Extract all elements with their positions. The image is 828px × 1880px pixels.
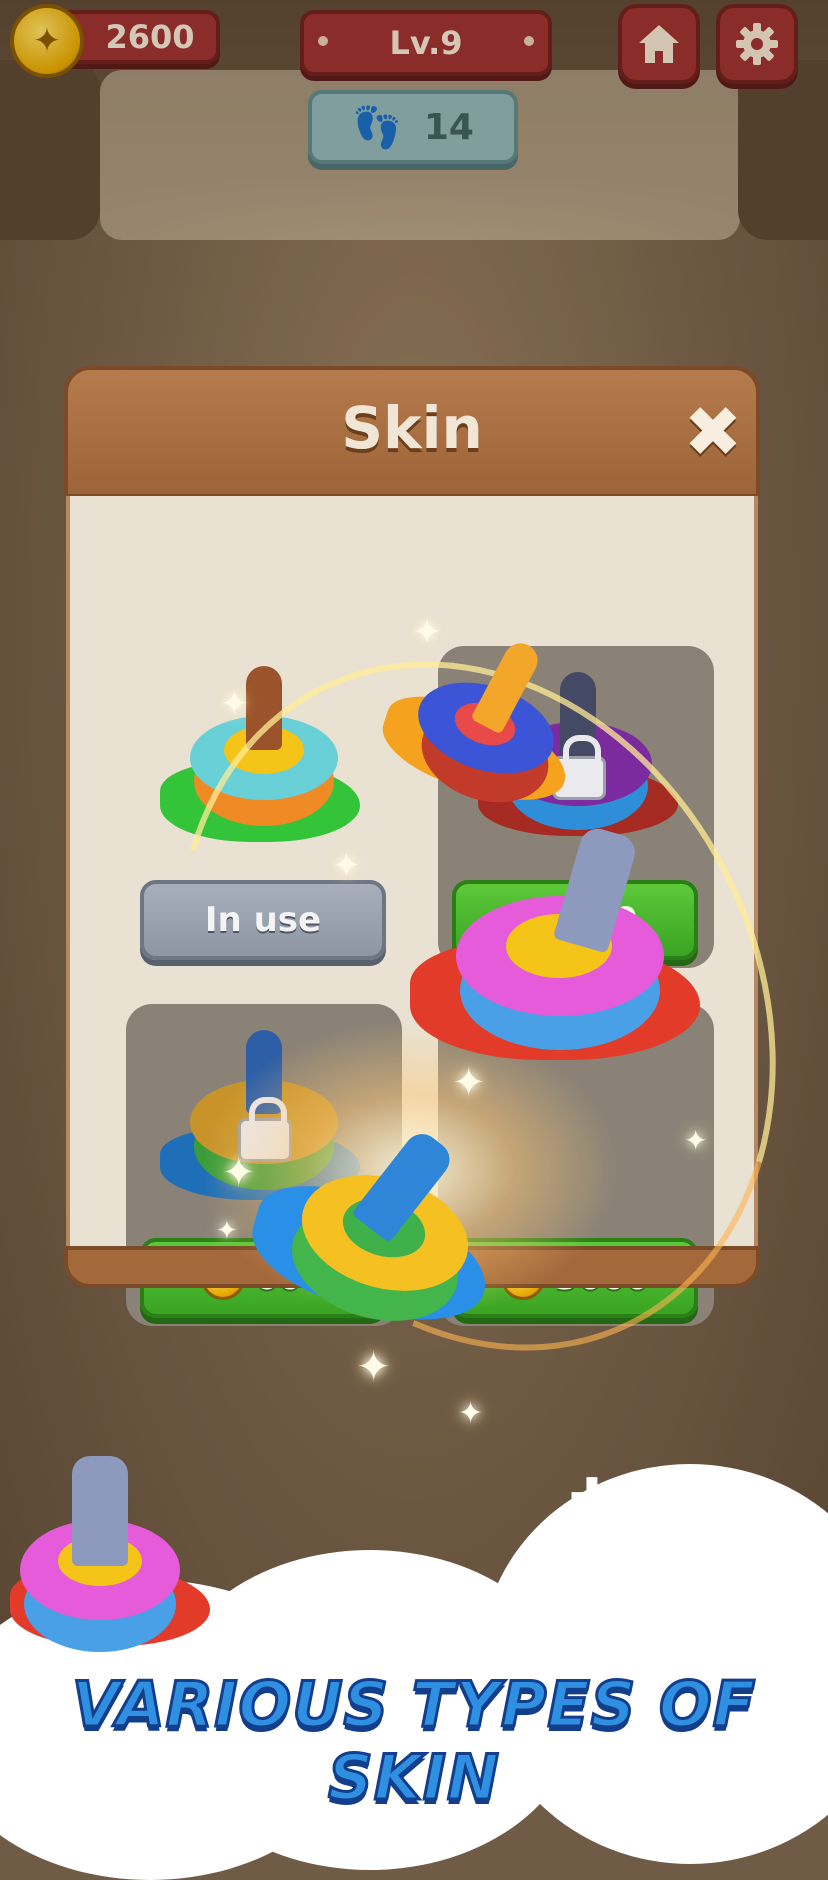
sparkle-icon: ✦	[222, 1150, 256, 1196]
close-button[interactable]: ✖	[678, 397, 748, 470]
sparkle-cross-icon: ✚	[568, 1467, 616, 1532]
sparkle-icon: ✦	[332, 846, 361, 886]
sparkle-icon: ✦	[458, 1396, 484, 1431]
sparkle-icon: ✦	[412, 612, 443, 653]
sparkle-icon: ✦	[684, 1124, 708, 1157]
sparkle-icon: ✦	[356, 1342, 392, 1391]
flying-broom-orange	[372, 637, 580, 840]
panel-title: Skin	[341, 394, 483, 462]
sparkle-icon: ✦	[452, 1060, 486, 1106]
sparkle-icon: ✦	[216, 1216, 238, 1246]
promo-caption: VARIOUS TYPES OF SKIN	[70, 1667, 757, 1816]
close-icon: ✖	[683, 391, 743, 473]
corner-broom-pink	[10, 1456, 210, 1676]
sparkle-icon: ✦	[220, 684, 249, 724]
